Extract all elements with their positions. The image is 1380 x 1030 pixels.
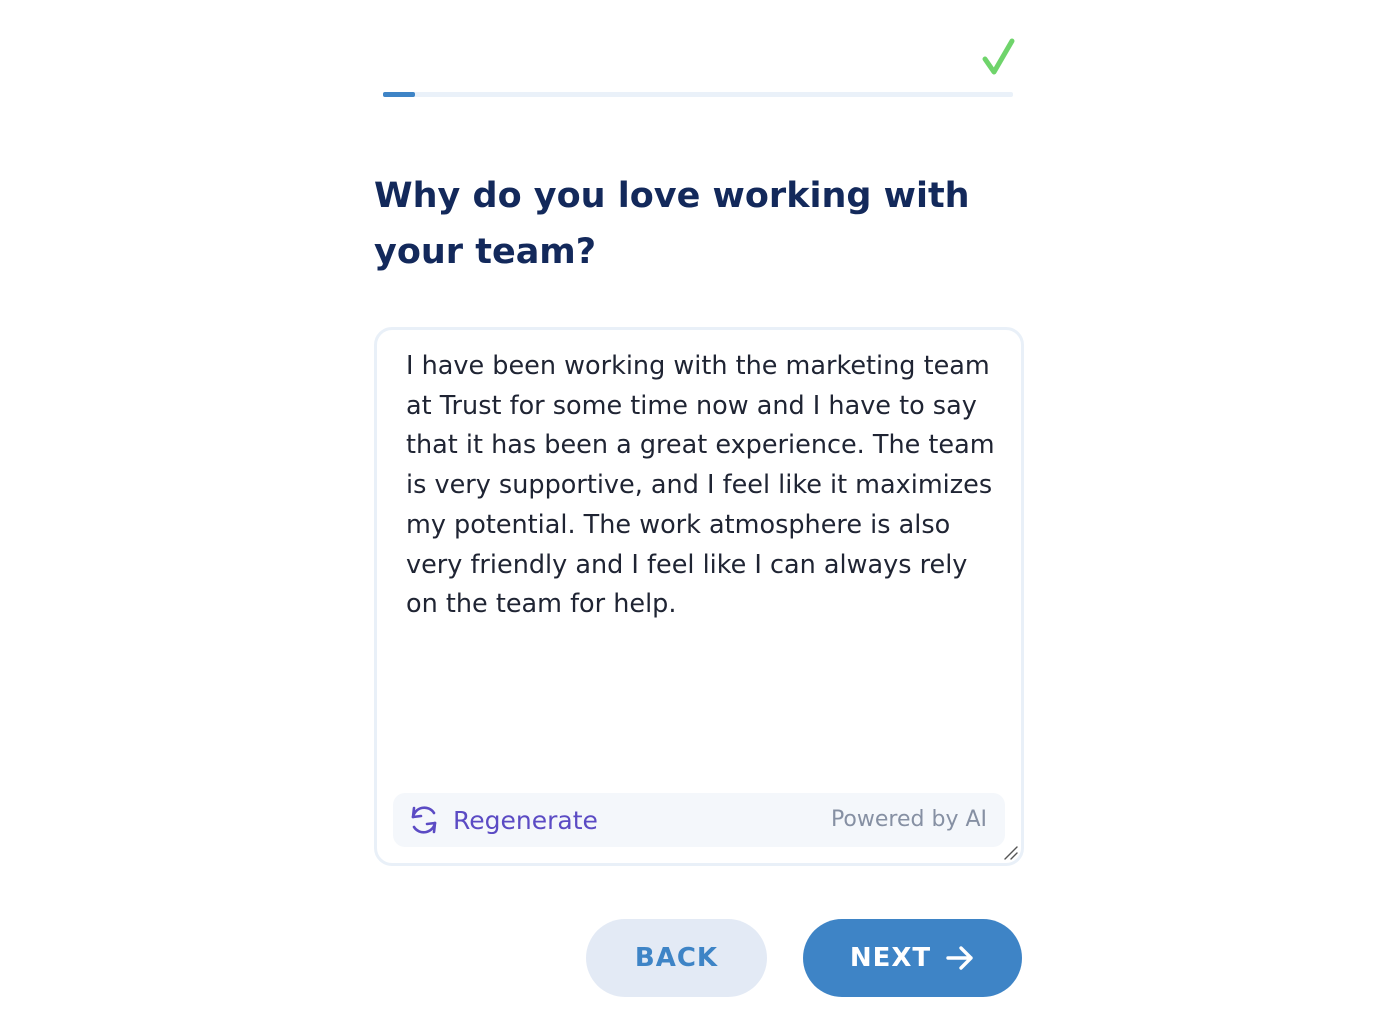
checkmark-icon bbox=[982, 38, 1015, 75]
progress-bar bbox=[383, 92, 1013, 97]
arrow-right-icon bbox=[946, 946, 973, 970]
progress-bar-fill bbox=[383, 92, 415, 97]
regenerate-button[interactable]: Regenerate bbox=[407, 793, 598, 847]
answer-box: Regenerate Powered by AI bbox=[374, 327, 1024, 866]
refresh-icon bbox=[411, 806, 437, 834]
back-button-label: BACK bbox=[634, 943, 719, 973]
next-button[interactable]: NEXT bbox=[803, 919, 1022, 997]
ai-toolbar: Regenerate Powered by AI bbox=[393, 793, 1005, 847]
back-button[interactable]: BACK bbox=[586, 919, 767, 997]
powered-by-label: Powered by AI bbox=[830, 807, 987, 832]
next-button-label: NEXT bbox=[849, 943, 932, 973]
question-heading: Why do you love working with your team? bbox=[374, 176, 970, 272]
regenerate-label: Regenerate bbox=[453, 805, 598, 835]
resize-handle-icon[interactable] bbox=[1003, 845, 1019, 861]
survey-step-page: Why do you love working with your team? … bbox=[0, 0, 1380, 1030]
answer-textarea[interactable] bbox=[406, 347, 1006, 787]
